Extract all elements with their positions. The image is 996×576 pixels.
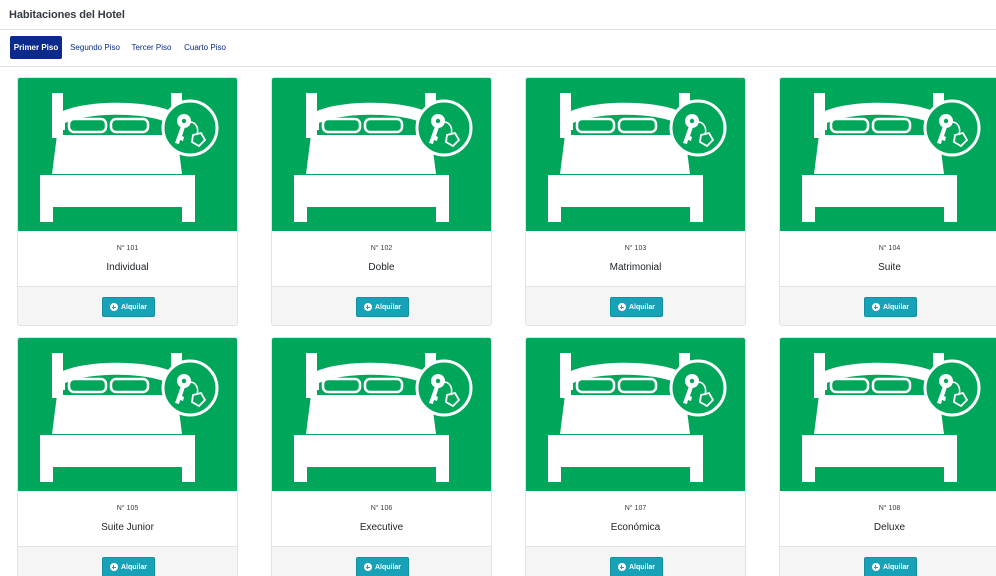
room-card: N° 101 Individual Alquilar — [17, 77, 238, 326]
room-number: N° 103 — [624, 245, 647, 252]
rent-button[interactable]: Alquilar — [356, 557, 409, 576]
plus-circle-icon — [871, 563, 880, 571]
rent-button-label: Alquilar — [628, 563, 656, 571]
rent-button[interactable]: Alquilar — [864, 297, 917, 317]
room-card: N° 102 Doble Alquilar — [271, 77, 492, 326]
room-type: Deluxe — [873, 522, 906, 533]
room-number: N° 108 — [878, 505, 901, 512]
room-card-footer: Alquilar — [526, 286, 745, 325]
room-number: N° 101 — [116, 245, 139, 252]
rent-button-label: Alquilar — [120, 303, 148, 311]
rent-button-label: Alquilar — [120, 563, 148, 571]
room-image — [272, 78, 491, 231]
room-card-footer: Alquilar — [780, 546, 996, 576]
room-info: N° 102 Doble — [272, 231, 491, 286]
room-card-footer: Alquilar — [526, 546, 745, 576]
bed-with-key-icon — [802, 353, 981, 482]
room-card-footer: Alquilar — [272, 286, 491, 325]
room-image — [526, 338, 745, 491]
plus-circle-icon — [109, 563, 118, 571]
page-title: Habitaciones del Hotel — [9, 9, 125, 21]
room-image — [780, 338, 996, 491]
floor-tabs: Primer Piso Segundo Piso Tercer Piso Cua… — [0, 31, 996, 67]
room-type: Doble — [368, 262, 395, 273]
room-number: N° 104 — [878, 245, 901, 252]
room-type: Suite Junior — [101, 522, 154, 533]
tab-tercer-piso[interactable]: Tercer Piso — [130, 36, 173, 59]
rent-button[interactable]: Alquilar — [610, 557, 663, 576]
rent-button[interactable]: Alquilar — [102, 557, 155, 576]
room-card: N° 104 Suite Alquilar — [779, 77, 996, 326]
room-info: N° 105 Suite Junior — [18, 491, 237, 546]
room-card: N° 105 Suite Junior Alquilar — [17, 337, 238, 576]
room-card: N° 108 Deluxe Alquilar — [779, 337, 996, 576]
room-card: N° 107 Económica Alquilar — [525, 337, 746, 576]
tab-cuarto-piso[interactable]: Cuarto Piso — [183, 36, 227, 59]
plus-circle-icon — [363, 303, 372, 311]
bed-with-key-icon — [40, 353, 219, 482]
plus-circle-icon — [617, 563, 626, 571]
room-number: N° 106 — [370, 505, 393, 512]
room-image — [526, 78, 745, 231]
room-info: N° 108 Deluxe — [780, 491, 996, 546]
room-info: N° 104 Suite — [780, 231, 996, 286]
room-image — [272, 338, 491, 491]
rent-button[interactable]: Alquilar — [864, 557, 917, 576]
rent-button[interactable]: Alquilar — [610, 297, 663, 317]
room-info: N° 101 Individual — [18, 231, 237, 286]
plus-circle-icon — [617, 303, 626, 311]
rent-button-label: Alquilar — [374, 563, 402, 571]
room-type: Suite — [878, 262, 901, 273]
rent-button[interactable]: Alquilar — [356, 297, 409, 317]
bed-with-key-icon — [548, 353, 727, 482]
room-type: Executive — [359, 522, 404, 533]
tab-primer-piso[interactable]: Primer Piso — [10, 36, 62, 59]
room-info: N° 106 Executive — [272, 491, 491, 546]
room-card-footer: Alquilar — [780, 286, 996, 325]
rent-button-label: Alquilar — [882, 563, 910, 571]
room-type: Matrimonial — [609, 262, 662, 273]
plus-circle-icon — [363, 563, 372, 571]
room-card: N° 103 Matrimonial Alquilar — [525, 77, 746, 326]
room-number: N° 102 — [370, 245, 393, 252]
rent-button-label: Alquilar — [882, 303, 910, 311]
room-image — [780, 78, 996, 231]
room-type: Económica — [610, 522, 661, 533]
bed-with-key-icon — [40, 93, 219, 222]
room-image — [18, 78, 237, 231]
room-card-footer: Alquilar — [272, 546, 491, 576]
bed-with-key-icon — [802, 93, 981, 222]
room-image — [18, 338, 237, 491]
tab-segundo-piso[interactable]: Segundo Piso — [69, 36, 121, 59]
rent-button[interactable]: Alquilar — [102, 297, 155, 317]
rent-button-label: Alquilar — [628, 303, 656, 311]
plus-circle-icon — [109, 303, 118, 311]
plus-circle-icon — [871, 303, 880, 311]
room-card-footer: Alquilar — [18, 286, 237, 325]
bed-with-key-icon — [294, 93, 473, 222]
rent-button-label: Alquilar — [374, 303, 402, 311]
room-number: N° 107 — [624, 505, 647, 512]
page-header: Habitaciones del Hotel — [0, 0, 996, 30]
room-card-footer: Alquilar — [18, 546, 237, 576]
room-card: N° 106 Executive Alquilar — [271, 337, 492, 576]
bed-with-key-icon — [548, 93, 727, 222]
room-number: N° 105 — [116, 505, 139, 512]
bed-with-key-icon — [294, 353, 473, 482]
room-info: N° 107 Económica — [526, 491, 745, 546]
room-info: N° 103 Matrimonial — [526, 231, 745, 286]
room-type: Individual — [106, 262, 149, 273]
